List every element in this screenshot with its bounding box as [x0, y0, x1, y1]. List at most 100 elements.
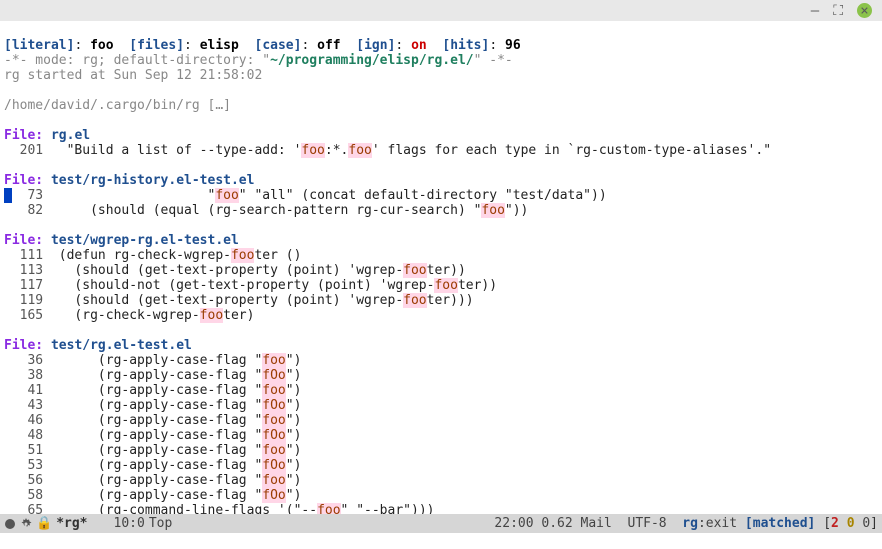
- result-line[interactable]: (rg-apply-case-flag "fOo"): [51, 398, 301, 413]
- header-case-value: off: [317, 38, 340, 53]
- close-icon[interactable]: ×: [857, 3, 872, 18]
- header-ign-value: on: [411, 38, 427, 53]
- result-line[interactable]: (should-not (get-text-property (point) '…: [51, 278, 497, 293]
- default-directory: ~/programming/elisp/rg.el/: [270, 53, 474, 68]
- line-number[interactable]: 113: [12, 263, 43, 278]
- line-number[interactable]: 117: [12, 278, 43, 293]
- line-number[interactable]: 65: [12, 503, 43, 514]
- file-name[interactable]: test/rg.el-test.el: [51, 338, 192, 353]
- line-number[interactable]: 119: [12, 293, 43, 308]
- line-number[interactable]: 51: [12, 443, 43, 458]
- echo-area: [0, 533, 882, 549]
- search-match: foo: [348, 143, 371, 158]
- search-match: fOo: [262, 398, 285, 413]
- record-icon: [4, 518, 16, 530]
- result-line[interactable]: (should (get-text-property (point) 'wgre…: [51, 263, 466, 278]
- file-name[interactable]: test/rg-history.el-test.el: [51, 173, 255, 188]
- result-line[interactable]: (rg-check-wgrep-footer): [51, 308, 255, 323]
- search-match: foo: [317, 503, 340, 514]
- search-match: foo: [200, 308, 223, 323]
- line-number[interactable]: 38: [12, 368, 43, 383]
- result-line[interactable]: (rg-apply-case-flag "fOo"): [51, 368, 301, 383]
- line-number[interactable]: 41: [12, 383, 43, 398]
- result-line[interactable]: (rg-apply-case-flag "foo"): [51, 443, 301, 458]
- search-match: foo: [301, 143, 324, 158]
- search-match: foo: [262, 383, 285, 398]
- result-line[interactable]: (rg-apply-case-flag "foo"): [51, 353, 301, 368]
- line-number[interactable]: 165: [12, 308, 43, 323]
- search-match: fOo: [262, 368, 285, 383]
- lock-icon: 🔒: [36, 516, 52, 531]
- header-literal-key: [literal]: [4, 38, 74, 53]
- search-match: fOo: [262, 488, 285, 503]
- file-label: File:: [4, 173, 51, 188]
- header-hits-value: 96: [505, 38, 521, 53]
- search-match: foo: [403, 263, 426, 278]
- rg-status: [matched]: [745, 516, 815, 531]
- result-line[interactable]: (rg-command-line-flags '("--foo" "--bar"…: [51, 503, 435, 514]
- result-line[interactable]: (rg-apply-case-flag "foo"): [51, 473, 301, 488]
- search-match: foo: [262, 443, 285, 458]
- major-mode: rg: [682, 516, 698, 531]
- result-line[interactable]: (rg-apply-case-flag "fOo"): [51, 488, 301, 503]
- window-titlebar: — ⛶ ×: [0, 0, 882, 21]
- search-match: fOo: [262, 458, 285, 473]
- maximize-icon[interactable]: ⛶: [833, 3, 843, 19]
- line-number[interactable]: 73: [12, 188, 43, 203]
- line-number[interactable]: 46: [12, 413, 43, 428]
- result-line[interactable]: (should (equal (rg-search-pattern rg-cur…: [51, 203, 528, 218]
- rg-counts: [2 0 0]: [823, 516, 878, 531]
- mode-line: 🔒 *rg* 10:0 Top 22:00 0.62 Mail UTF-8 rg…: [0, 514, 882, 533]
- file-name[interactable]: rg.el: [51, 128, 90, 143]
- load-average: 0.62: [541, 516, 572, 531]
- rg-command-path: /home/david/.cargo/bin/rg […]: [4, 98, 231, 113]
- search-match: foo: [262, 473, 285, 488]
- search-match: foo: [481, 203, 504, 218]
- file-name[interactable]: test/wgrep-rg.el-test.el: [51, 233, 239, 248]
- result-line[interactable]: (should (get-text-property (point) 'wgre…: [51, 293, 474, 308]
- line-number[interactable]: 43: [12, 398, 43, 413]
- start-timestamp: rg started at Sun Sep 12 21:58:02: [4, 68, 262, 83]
- cursor-position: 10:0: [114, 516, 145, 531]
- mail-indicator: Mail: [581, 516, 612, 531]
- file-label: File:: [4, 338, 51, 353]
- search-match: foo: [262, 413, 285, 428]
- line-number[interactable]: 48: [12, 428, 43, 443]
- search-match: foo: [434, 278, 457, 293]
- search-match: fOo: [262, 428, 285, 443]
- rg-exit: :exit: [698, 516, 737, 531]
- search-match: foo: [215, 188, 238, 203]
- line-number[interactable]: 201: [12, 143, 43, 158]
- header-files-key: [files]: [129, 38, 184, 53]
- mode-directive: -*- mode: rg; default-directory: "~/prog…: [4, 53, 513, 68]
- file-label: File:: [4, 233, 51, 248]
- line-number[interactable]: 82: [12, 203, 43, 218]
- header-hits-key: [hits]: [442, 38, 489, 53]
- encoding: UTF-8: [628, 516, 667, 531]
- text-cursor: [4, 188, 12, 203]
- result-line[interactable]: (rg-apply-case-flag "fOo"): [51, 458, 301, 473]
- header-case-key: [case]: [255, 38, 302, 53]
- line-number[interactable]: 58: [12, 488, 43, 503]
- rg-results-buffer[interactable]: [literal]: foo [files]: elisp [case]: of…: [0, 21, 882, 514]
- line-number[interactable]: 36: [12, 353, 43, 368]
- result-line[interactable]: (rg-apply-case-flag "fOo"): [51, 428, 301, 443]
- result-line[interactable]: (defun rg-check-wgrep-footer (): [51, 248, 301, 263]
- result-line[interactable]: "Build a list of --type-add: 'foo:*.foo'…: [51, 143, 771, 158]
- search-match: foo: [403, 293, 426, 308]
- line-number[interactable]: 56: [12, 473, 43, 488]
- line-number[interactable]: 111: [12, 248, 43, 263]
- result-line[interactable]: (rg-apply-case-flag "foo"): [51, 413, 301, 428]
- search-match: foo: [262, 353, 285, 368]
- header-files-value: elisp: [200, 38, 239, 53]
- clock: 22:00: [494, 516, 533, 531]
- header-literal-value: foo: [90, 38, 113, 53]
- file-label: File:: [4, 128, 51, 143]
- result-line[interactable]: (rg-apply-case-flag "foo"): [51, 383, 301, 398]
- gear-icon[interactable]: [20, 518, 32, 530]
- minimize-icon[interactable]: —: [811, 3, 819, 19]
- search-match: foo: [231, 248, 254, 263]
- result-line[interactable]: "foo" "all" (concat default-directory "t…: [51, 188, 607, 203]
- line-number[interactable]: 53: [12, 458, 43, 473]
- scroll-position: Top: [149, 516, 172, 531]
